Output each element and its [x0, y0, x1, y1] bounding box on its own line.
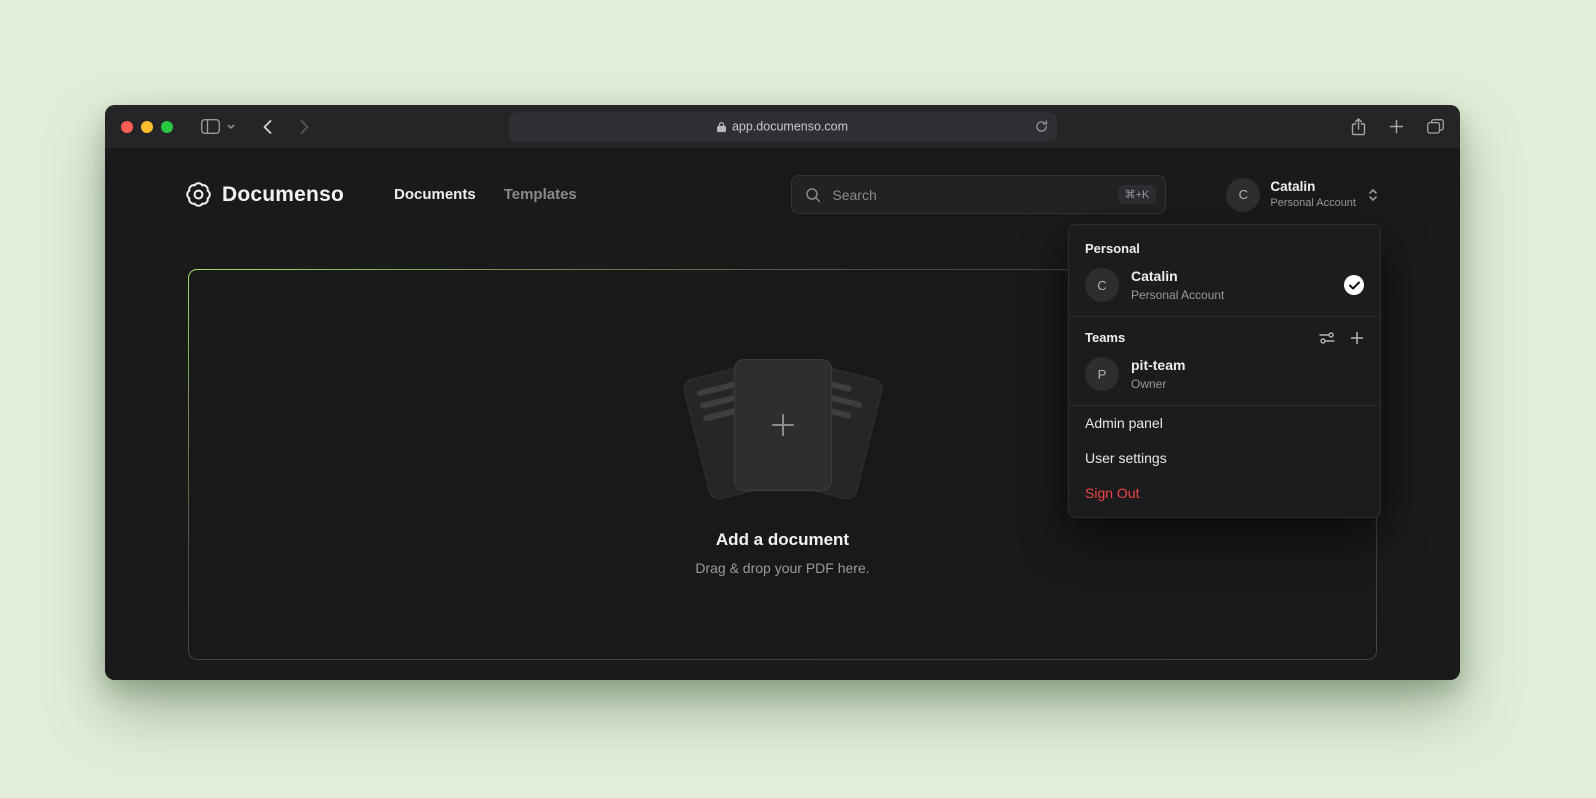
- tab-overview-button[interactable]: [1427, 119, 1444, 134]
- share-icon: [1351, 118, 1366, 136]
- zoom-window-button[interactable]: [161, 121, 173, 133]
- sidebar-menu-chevron[interactable]: [227, 124, 235, 129]
- dropzone-title: Add a document: [716, 530, 849, 550]
- menu-item-admin-panel[interactable]: Admin panel: [1069, 406, 1380, 441]
- tabs-overview-icon: [1427, 119, 1444, 134]
- dropzone-subtitle: Drag & drop your PDF here.: [695, 560, 869, 576]
- personal-account-subtitle: Personal Account: [1131, 288, 1224, 302]
- close-window-button[interactable]: [121, 121, 133, 133]
- search-icon: [805, 187, 821, 203]
- selected-check-badge: [1344, 275, 1364, 295]
- manage-teams-button[interactable]: [1319, 331, 1335, 345]
- account-menu-trigger[interactable]: C Catalin Personal Account: [1226, 178, 1380, 212]
- plus-icon: [767, 409, 799, 441]
- main-nav: Documents Templates: [394, 186, 577, 203]
- documenso-logo-icon: [185, 181, 212, 208]
- search-shortcut-badge: ⌘+K: [1118, 185, 1157, 204]
- reload-button[interactable]: [1035, 120, 1048, 133]
- browser-window: app.documenso.com Documenso D: [105, 105, 1460, 680]
- account-name: Catalin: [1270, 180, 1356, 195]
- team-role: Owner: [1131, 377, 1185, 391]
- chevron-right-icon: [300, 120, 309, 134]
- sidebar-toggle-button[interactable]: [201, 119, 220, 134]
- avatar: C: [1085, 268, 1119, 302]
- teams-section-label: Teams: [1085, 330, 1125, 345]
- nav-item-documents[interactable]: Documents: [394, 186, 476, 203]
- forward-button[interactable]: [300, 120, 309, 134]
- team-item[interactable]: P pit-team Owner: [1069, 355, 1380, 405]
- document-card-center: [734, 359, 832, 491]
- sliders-icon: [1319, 331, 1335, 345]
- browser-titlebar: app.documenso.com: [105, 105, 1460, 149]
- search-bar[interactable]: ⌘+K: [791, 175, 1166, 214]
- create-team-button[interactable]: [1350, 331, 1364, 345]
- check-icon: [1349, 281, 1360, 290]
- search-input[interactable]: [830, 186, 1108, 204]
- personal-account-item[interactable]: C Catalin Personal Account: [1069, 266, 1380, 316]
- team-name: pit-team: [1131, 357, 1185, 373]
- chevron-down-icon: [227, 124, 235, 129]
- personal-section-label: Personal: [1069, 227, 1380, 266]
- app-header: Documenso Documents Templates ⌘+K C Cata…: [105, 149, 1460, 214]
- share-button[interactable]: [1351, 118, 1366, 136]
- account-dropdown: Personal C Catalin Personal Account Team…: [1068, 224, 1381, 518]
- avatar: P: [1085, 357, 1119, 391]
- minimize-window-button[interactable]: [141, 121, 153, 133]
- chevron-left-icon: [263, 120, 272, 134]
- new-tab-button[interactable]: [1389, 119, 1404, 134]
- teams-section-header: Teams: [1069, 317, 1380, 355]
- account-subtitle: Personal Account: [1270, 197, 1356, 209]
- lock-icon: [717, 121, 726, 132]
- brand-name: Documenso: [222, 183, 344, 207]
- address-bar[interactable]: app.documenso.com: [509, 112, 1057, 141]
- brand-logo[interactable]: Documenso: [185, 181, 344, 208]
- avatar: C: [1226, 178, 1260, 212]
- plus-icon: [1350, 331, 1364, 345]
- chevrons-up-down-icon: [1366, 187, 1380, 203]
- menu-item-sign-out[interactable]: Sign Out: [1069, 476, 1380, 511]
- sidebar-icon: [201, 119, 220, 134]
- back-button[interactable]: [263, 120, 272, 134]
- personal-account-name: Catalin: [1131, 268, 1224, 284]
- plus-icon: [1389, 119, 1404, 134]
- traffic-lights: [121, 121, 173, 133]
- nav-item-templates[interactable]: Templates: [504, 186, 577, 203]
- documents-illustration: [673, 354, 893, 504]
- url-text: app.documenso.com: [732, 120, 848, 134]
- menu-item-user-settings[interactable]: User settings: [1069, 441, 1380, 476]
- reload-icon: [1035, 120, 1048, 133]
